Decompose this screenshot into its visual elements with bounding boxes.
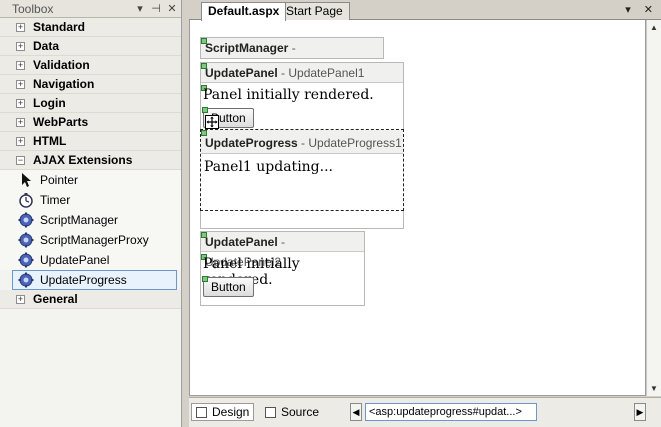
control-type: UpdatePanel	[205, 235, 278, 249]
design-surface[interactable]: ScriptManager - ScriptManager1 UpdatePan…	[189, 20, 646, 396]
category-label: Validation	[33, 58, 90, 72]
gear-icon	[18, 212, 34, 228]
pin-icon[interactable]: ⊣	[149, 2, 163, 15]
control-header: ScriptManager - ScriptManager1	[201, 38, 383, 75]
category-label: General	[33, 292, 78, 306]
category-label: Navigation	[33, 77, 95, 91]
source-view-button[interactable]: Source	[261, 403, 323, 421]
smart-tag-glyph[interactable]	[201, 63, 207, 69]
view-bar: Design Source ◀ <asp:updateprogress#upda…	[189, 397, 661, 427]
tool-label: Timer	[40, 193, 71, 207]
tool-label: Pointer	[40, 173, 79, 187]
control-type: UpdateProgress	[205, 136, 298, 150]
category-data[interactable]: + Data	[0, 37, 181, 56]
tab-default-aspx[interactable]: Default.aspx	[201, 2, 287, 21]
control-header: UpdatePanel - UpdatePanel1	[201, 63, 403, 83]
category-html[interactable]: + HTML	[0, 132, 181, 151]
pointer-icon	[18, 172, 34, 188]
tab-tools: ▾ ✕	[615, 3, 653, 16]
nav-right-icon[interactable]: ▶	[634, 403, 646, 421]
category-label: HTML	[33, 134, 67, 148]
expand-icon[interactable]: +	[16, 117, 25, 127]
expand-icon[interactable]: +	[16, 136, 25, 146]
tool-scriptmanager[interactable]: ScriptManager	[0, 210, 181, 230]
toolbox-title: Toolbox	[12, 1, 54, 16]
control-header: UpdateProgress - UpdateProgress1	[201, 130, 403, 154]
tag-breadcrumb[interactable]: <asp:updateprogress#updat...>	[365, 403, 537, 421]
category-label: Data	[33, 39, 60, 53]
expand-icon[interactable]: +	[16, 79, 25, 89]
control-type: UpdatePanel	[205, 66, 278, 80]
panel2-button[interactable]: Button	[203, 277, 254, 297]
nav-left-icon[interactable]: ◀	[350, 403, 362, 421]
progress-text: Panel1 updating...	[204, 159, 333, 175]
category-label: Login	[33, 96, 66, 110]
category-label: Standard	[33, 20, 86, 34]
collapse-icon[interactable]: −	[16, 155, 25, 165]
tab-start-page[interactable]: Start Page	[279, 2, 350, 20]
category-label: WebParts	[33, 115, 89, 129]
timer-icon	[18, 192, 34, 208]
toolbox-title-bar: Toolbox ▾ ⊣ ✕	[0, 0, 181, 18]
category-standard[interactable]: + Standard	[0, 18, 181, 37]
updatepanel1-control[interactable]: UpdatePanel - UpdatePanel1 Panel initial…	[200, 62, 404, 229]
tool-scriptmanagerproxy[interactable]: ScriptManagerProxy	[0, 230, 181, 250]
document-area: Default.aspx Start Page ▾ ✕ ScriptManage…	[189, 0, 661, 427]
control-id: - UpdateProgress1	[301, 136, 402, 150]
tool-label: UpdateProgress	[40, 273, 127, 287]
category-navigation[interactable]: + Navigation	[0, 75, 181, 94]
control-header: UpdatePanel - UpdatePanel2	[201, 232, 364, 269]
smart-tag-glyph[interactable]	[201, 38, 207, 44]
design-view-icon	[196, 406, 207, 418]
tool-label: ScriptManager	[40, 213, 119, 227]
tab-dropdown-icon[interactable]: ▾	[625, 4, 631, 16]
gear-icon	[18, 252, 34, 268]
category-general[interactable]: + General	[0, 290, 181, 309]
gear-icon	[18, 232, 34, 248]
tool-label: ScriptManagerProxy	[40, 233, 149, 247]
tab-close-icon[interactable]: ✕	[644, 4, 653, 16]
expand-icon[interactable]: +	[16, 60, 25, 70]
vertical-scrollbar[interactable]: ▲ ▼	[646, 20, 661, 396]
smart-tag-glyph[interactable]	[202, 107, 208, 113]
expand-icon[interactable]: +	[16, 22, 25, 32]
scroll-up-icon[interactable]: ▲	[650, 23, 658, 32]
updatepanel2-control[interactable]: UpdatePanel - UpdatePanel2 Panel initial…	[200, 231, 365, 306]
control-type: ScriptManager	[205, 41, 289, 55]
scriptmanager-control[interactable]: ScriptManager - ScriptManager1	[200, 37, 384, 75]
category-webparts[interactable]: + WebParts	[0, 113, 181, 132]
category-ajax-extensions[interactable]: − AJAX Extensions	[0, 151, 181, 170]
tool-label: UpdatePanel	[40, 253, 110, 267]
source-view-icon	[265, 406, 276, 418]
category-label: AJAX Extensions	[33, 153, 133, 167]
panel1-text: Panel initially rendered.	[203, 87, 374, 103]
tool-updateprogress[interactable]: UpdateProgress	[12, 270, 177, 290]
updateprogress-control[interactable]: UpdateProgress - UpdateProgress1 Panel1 …	[200, 129, 404, 211]
design-view-button[interactable]: Design	[191, 403, 255, 421]
smart-tag-glyph[interactable]	[201, 130, 207, 136]
category-validation[interactable]: + Validation	[0, 56, 181, 75]
dropdown-icon[interactable]: ▾	[133, 2, 147, 15]
source-label: Source	[281, 405, 320, 419]
move-handle-icon[interactable]	[205, 115, 219, 129]
smart-tag-glyph[interactable]	[202, 276, 208, 282]
design-label: Design	[212, 405, 250, 419]
expand-icon[interactable]: +	[16, 41, 25, 51]
category-login[interactable]: + Login	[0, 94, 181, 113]
close-icon[interactable]: ✕	[165, 2, 179, 15]
control-id: - UpdatePanel1	[281, 66, 365, 80]
toolbox-list: + Standard + Data + Validation + Navigation …	[0, 18, 181, 309]
gear-icon	[18, 272, 34, 288]
document-tabs: Default.aspx Start Page ▾ ✕	[189, 0, 661, 21]
smart-tag-glyph[interactable]	[201, 232, 207, 238]
tool-timer[interactable]: Timer	[0, 190, 181, 210]
tool-pointer[interactable]: Pointer	[0, 170, 181, 190]
tool-updatepanel[interactable]: UpdatePanel	[0, 250, 181, 270]
toolbox-panel: Toolbox ▾ ⊣ ✕ + Standard + Data + Validatio…	[0, 0, 182, 427]
expand-icon[interactable]: +	[16, 294, 25, 304]
expand-icon[interactable]: +	[16, 98, 25, 108]
scroll-down-icon[interactable]: ▼	[650, 384, 658, 393]
